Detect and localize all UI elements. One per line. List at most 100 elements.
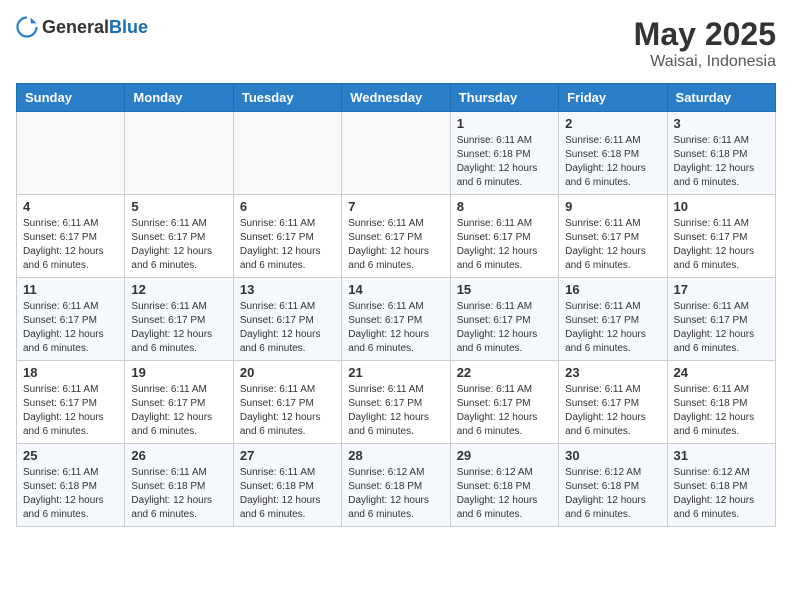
page-header: GeneralBlue May 2025 Waisai, Indonesia [16, 16, 776, 71]
calendar-cell: 8 Sunrise: 6:11 AM Sunset: 6:17 PM Daylig… [450, 195, 558, 278]
calendar-cell: 7 Sunrise: 6:11 AM Sunset: 6:17 PM Daylig… [342, 195, 450, 278]
calendar-cell [233, 112, 341, 195]
calendar-cell: 26 Sunrise: 6:11 AM Sunset: 6:18 PM Dayli… [125, 444, 233, 527]
location-subtitle: Waisai, Indonesia [634, 53, 776, 71]
calendar-cell: 6 Sunrise: 6:11 AM Sunset: 6:17 PM Daylig… [233, 195, 341, 278]
day-info: Sunrise: 6:12 AM Sunset: 6:18 PM Dayligh… [457, 466, 552, 522]
month-year-title: May 2025 [634, 16, 776, 53]
day-info: Sunrise: 6:12 AM Sunset: 6:18 PM Dayligh… [674, 466, 769, 522]
weekday-header-friday: Friday [559, 84, 667, 112]
day-number: 4 [23, 199, 118, 214]
calendar-cell: 10 Sunrise: 6:11 AM Sunset: 6:17 PM Dayli… [667, 195, 775, 278]
day-number: 13 [240, 282, 335, 297]
day-number: 26 [131, 448, 226, 463]
day-number: 29 [457, 448, 552, 463]
calendar-cell: 9 Sunrise: 6:11 AM Sunset: 6:17 PM Daylig… [559, 195, 667, 278]
weekday-header-saturday: Saturday [667, 84, 775, 112]
day-number: 5 [131, 199, 226, 214]
day-info: Sunrise: 6:11 AM Sunset: 6:17 PM Dayligh… [348, 217, 443, 273]
calendar-cell: 30 Sunrise: 6:12 AM Sunset: 6:18 PM Dayli… [559, 444, 667, 527]
day-number: 8 [457, 199, 552, 214]
calendar-cell [125, 112, 233, 195]
day-info: Sunrise: 6:11 AM Sunset: 6:17 PM Dayligh… [240, 217, 335, 273]
calendar-cell: 15Sunrise: 6:11 AM Sunset: 6:17 PM Dayli… [450, 278, 558, 361]
day-number: 7 [348, 199, 443, 214]
day-number: 31 [674, 448, 769, 463]
day-info: Sunrise: 6:11 AM Sunset: 6:17 PM Dayligh… [565, 300, 660, 356]
day-number: 20 [240, 365, 335, 380]
calendar-cell: 28Sunrise: 6:12 AM Sunset: 6:18 PM Dayli… [342, 444, 450, 527]
day-number: 25 [23, 448, 118, 463]
day-info: Sunrise: 6:11 AM Sunset: 6:17 PM Dayligh… [348, 300, 443, 356]
calendar-header-row: SundayMondayTuesdayWednesdayThursdayFrid… [17, 84, 776, 112]
calendar-cell: 27Sunrise: 6:11 AM Sunset: 6:18 PM Dayli… [233, 444, 341, 527]
logo-text-general: General [42, 17, 109, 37]
calendar-cell: 24Sunrise: 6:11 AM Sunset: 6:18 PM Dayli… [667, 361, 775, 444]
day-number: 15 [457, 282, 552, 297]
day-info: Sunrise: 6:11 AM Sunset: 6:18 PM Dayligh… [240, 466, 335, 522]
day-info: Sunrise: 6:11 AM Sunset: 6:17 PM Dayligh… [457, 217, 552, 273]
calendar-cell: 20 Sunrise: 6:11 AM Sunset: 6:17 PM Dayli… [233, 361, 341, 444]
calendar-cell: 2 Sunrise: 6:11 AM Sunset: 6:18 PM Daylig… [559, 112, 667, 195]
day-info: Sunrise: 6:11 AM Sunset: 6:17 PM Dayligh… [131, 217, 226, 273]
calendar-cell: 12 Sunrise: 6:11 AM Sunset: 6:17 PM Dayli… [125, 278, 233, 361]
calendar-week-row: 1Sunrise: 6:11 AM Sunset: 6:18 PM Daylig… [17, 112, 776, 195]
calendar-week-row: 11 Sunrise: 6:11 AM Sunset: 6:17 PM Dayli… [17, 278, 776, 361]
calendar-cell: 14Sunrise: 6:11 AM Sunset: 6:17 PM Dayli… [342, 278, 450, 361]
day-info: Sunrise: 6:11 AM Sunset: 6:17 PM Dayligh… [457, 383, 552, 439]
day-info: Sunrise: 6:11 AM Sunset: 6:17 PM Dayligh… [565, 217, 660, 273]
day-number: 10 [674, 199, 769, 214]
day-number: 6 [240, 199, 335, 214]
general-blue-icon [16, 16, 38, 38]
weekday-header-thursday: Thursday [450, 84, 558, 112]
calendar-week-row: 4 Sunrise: 6:11 AM Sunset: 6:17 PM Daylig… [17, 195, 776, 278]
calendar-cell: 4 Sunrise: 6:11 AM Sunset: 6:17 PM Daylig… [17, 195, 125, 278]
day-info: Sunrise: 6:11 AM Sunset: 6:17 PM Dayligh… [240, 300, 335, 356]
calendar-cell: 31 Sunrise: 6:12 AM Sunset: 6:18 PM Dayli… [667, 444, 775, 527]
day-info: Sunrise: 6:12 AM Sunset: 6:18 PM Dayligh… [348, 466, 443, 522]
day-info: Sunrise: 6:11 AM Sunset: 6:18 PM Dayligh… [565, 134, 660, 190]
calendar-cell: 19 Sunrise: 6:11 AM Sunset: 6:17 PM Dayli… [125, 361, 233, 444]
calendar-table: SundayMondayTuesdayWednesdayThursdayFrid… [16, 83, 776, 527]
day-info: Sunrise: 6:11 AM Sunset: 6:17 PM Dayligh… [674, 300, 769, 356]
calendar-cell: 21Sunrise: 6:11 AM Sunset: 6:17 PM Dayli… [342, 361, 450, 444]
calendar-cell: 3Sunrise: 6:11 AM Sunset: 6:18 PM Daylig… [667, 112, 775, 195]
weekday-header-sunday: Sunday [17, 84, 125, 112]
day-info: Sunrise: 6:11 AM Sunset: 6:17 PM Dayligh… [674, 217, 769, 273]
weekday-header-monday: Monday [125, 84, 233, 112]
day-info: Sunrise: 6:11 AM Sunset: 6:17 PM Dayligh… [23, 383, 118, 439]
day-info: Sunrise: 6:11 AM Sunset: 6:18 PM Dayligh… [23, 466, 118, 522]
day-info: Sunrise: 6:11 AM Sunset: 6:18 PM Dayligh… [674, 134, 769, 190]
day-number: 12 [131, 282, 226, 297]
day-info: Sunrise: 6:11 AM Sunset: 6:17 PM Dayligh… [240, 383, 335, 439]
day-number: 30 [565, 448, 660, 463]
day-number: 9 [565, 199, 660, 214]
day-number: 11 [23, 282, 118, 297]
day-info: Sunrise: 6:11 AM Sunset: 6:18 PM Dayligh… [674, 383, 769, 439]
calendar-cell: 16 Sunrise: 6:11 AM Sunset: 6:17 PM Dayli… [559, 278, 667, 361]
calendar-cell [342, 112, 450, 195]
day-number: 19 [131, 365, 226, 380]
logo: GeneralBlue [16, 16, 148, 38]
day-info: Sunrise: 6:12 AM Sunset: 6:18 PM Dayligh… [565, 466, 660, 522]
calendar-week-row: 18 Sunrise: 6:11 AM Sunset: 6:17 PM Dayli… [17, 361, 776, 444]
day-info: Sunrise: 6:11 AM Sunset: 6:17 PM Dayligh… [131, 383, 226, 439]
calendar-cell: 11 Sunrise: 6:11 AM Sunset: 6:17 PM Dayli… [17, 278, 125, 361]
day-number: 16 [565, 282, 660, 297]
day-info: Sunrise: 6:11 AM Sunset: 6:17 PM Dayligh… [348, 383, 443, 439]
calendar-cell: 18 Sunrise: 6:11 AM Sunset: 6:17 PM Dayli… [17, 361, 125, 444]
logo-text-blue: Blue [109, 17, 148, 37]
day-info: Sunrise: 6:11 AM Sunset: 6:17 PM Dayligh… [23, 217, 118, 273]
calendar-cell: 23Sunrise: 6:11 AM Sunset: 6:17 PM Dayli… [559, 361, 667, 444]
day-info: Sunrise: 6:11 AM Sunset: 6:17 PM Dayligh… [23, 300, 118, 356]
calendar-cell [17, 112, 125, 195]
day-info: Sunrise: 6:11 AM Sunset: 6:17 PM Dayligh… [131, 300, 226, 356]
calendar-cell: 29 Sunrise: 6:12 AM Sunset: 6:18 PM Dayli… [450, 444, 558, 527]
day-number: 18 [23, 365, 118, 380]
day-number: 2 [565, 116, 660, 131]
calendar-cell: 13 Sunrise: 6:11 AM Sunset: 6:17 PM Dayli… [233, 278, 341, 361]
day-number: 22 [457, 365, 552, 380]
weekday-header-tuesday: Tuesday [233, 84, 341, 112]
day-info: Sunrise: 6:11 AM Sunset: 6:18 PM Dayligh… [131, 466, 226, 522]
calendar-cell: 1Sunrise: 6:11 AM Sunset: 6:18 PM Daylig… [450, 112, 558, 195]
